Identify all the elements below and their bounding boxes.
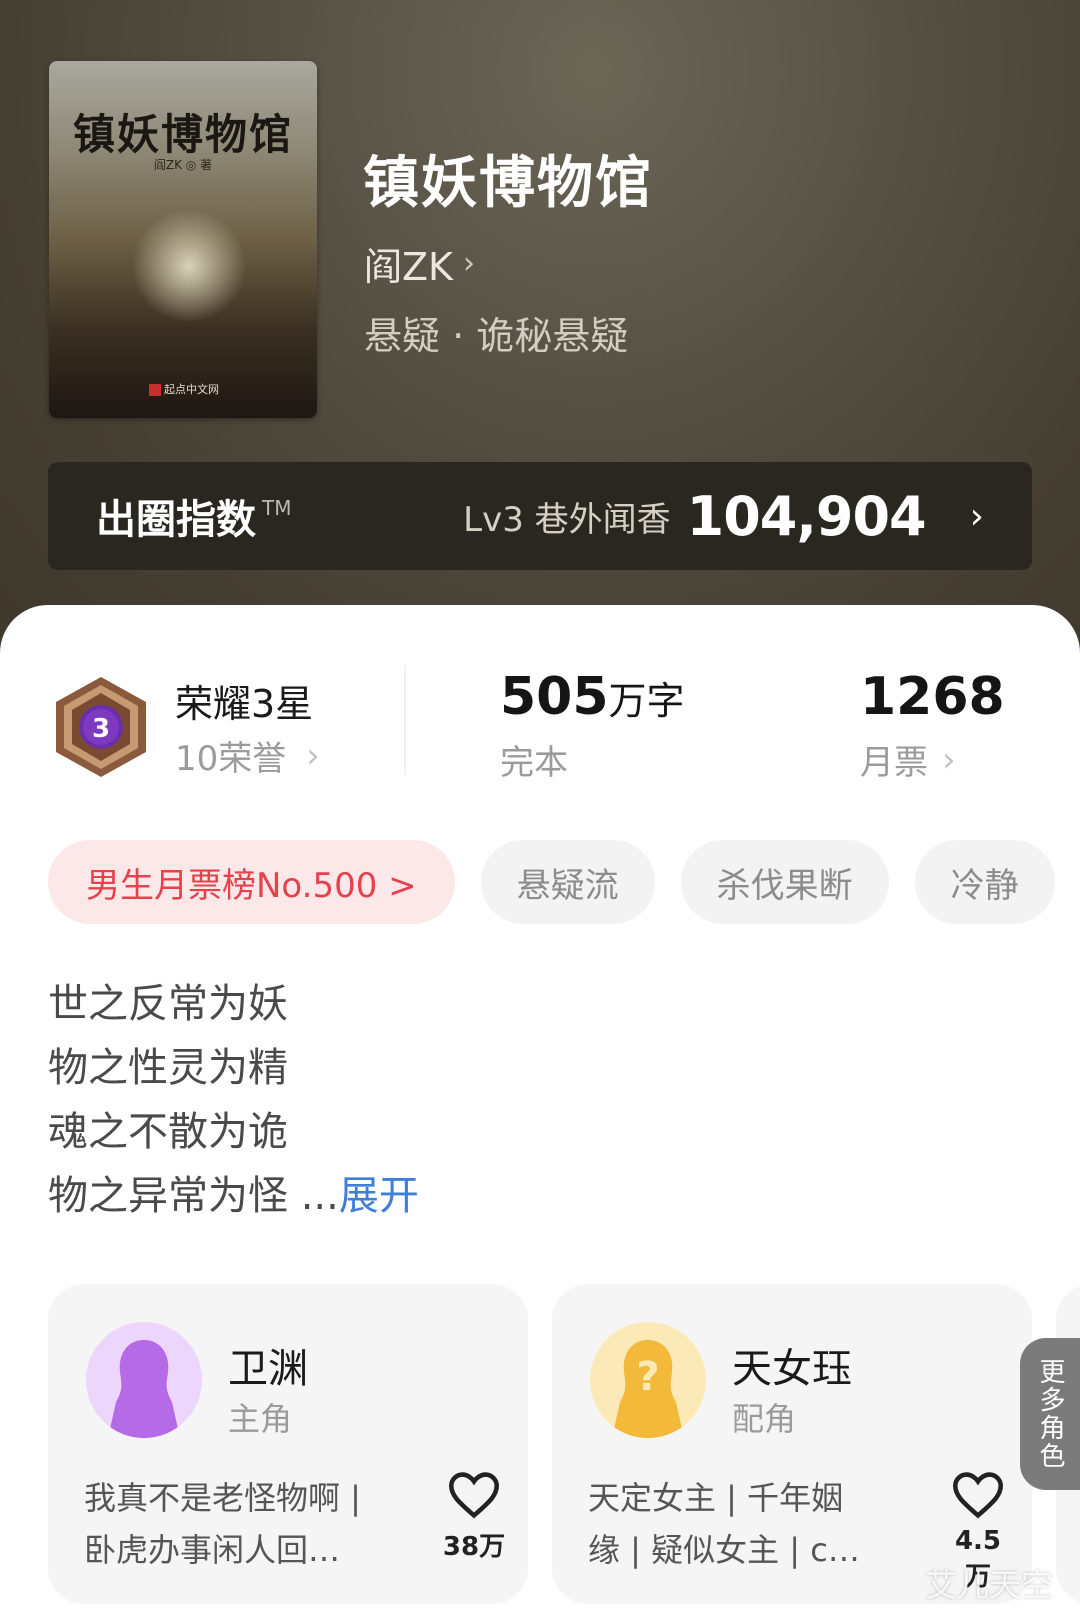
intro-line: 物之异常为怪 [48, 1173, 288, 1219]
publisher-name: 起点中文网 [164, 383, 219, 396]
character-role: 主角 [228, 1400, 293, 1438]
character-name: 天女珏 [732, 1346, 852, 1392]
svg-text:?: ? [636, 1354, 659, 1400]
heart-icon [952, 1472, 1004, 1519]
tag-item[interactable]: 杀伐果断 [680, 840, 889, 924]
monthly-ticket-label: 月票 [860, 743, 928, 783]
honor-title: 荣耀3星 [175, 682, 314, 726]
author-name: 阎ZK [364, 245, 453, 289]
cover-author: 阎ZK ◎ 著 [153, 158, 213, 172]
character-desc-line: 天定女主 | 千年姻 [588, 1479, 844, 1517]
honor-link[interactable]: 10荣誉 › [175, 731, 320, 780]
honor-badge-icon[interactable]: 3 [52, 675, 150, 779]
honor-count: 10荣誉 [175, 739, 287, 779]
tag-item[interactable]: 悬疑流 [480, 840, 655, 924]
word-count: 505万字 [500, 667, 685, 727]
monthly-ticket-link[interactable]: 月票 › [860, 735, 956, 784]
index-level: Lv3 巷外闻香 [463, 499, 671, 540]
chevron-right-icon: › [306, 735, 320, 776]
intro-ellipsis: ... [288, 1173, 339, 1219]
index-label: 出圈指数 [96, 497, 256, 543]
avatar [86, 1322, 202, 1438]
book-cover[interactable]: 镇妖博物馆 阎ZK ◎ 著 起点中文网 [49, 61, 317, 418]
chevron-right-icon: › [942, 739, 956, 780]
character-name: 卫渊 [228, 1346, 308, 1392]
character-card[interactable]: ? 天女珏 配角 天定女主 | 千年姻 缘 | 疑似女主 | c… 4.5万 [552, 1284, 1032, 1604]
completion-status: 完本 [500, 743, 568, 783]
unknown-figure-icon: ? [612, 1340, 684, 1438]
more-roles-button[interactable]: 更多角色 [1020, 1338, 1080, 1490]
character-card[interactable]: 卫渊 主角 我真不是老怪物啊 | 卧虎办事闲人回… 38万 [48, 1284, 528, 1604]
trademark-mark: TM [262, 496, 292, 520]
index-score: 104,904 [686, 484, 927, 548]
character-role: 配角 [732, 1400, 797, 1438]
cover-publisher: 起点中文网 [149, 381, 219, 397]
word-count-unit: 万字 [608, 679, 685, 723]
popularity-index-bar[interactable]: 出圈指数 TM Lv3 巷外闻香 104,904 › [48, 462, 1032, 570]
intro-line: 世之反常为妖 [48, 981, 288, 1027]
book-genre: 悬疑 · 诡秘悬疑 [364, 314, 629, 358]
intro-line: 物之性灵为精 [48, 1045, 288, 1091]
word-count-value: 505 [500, 667, 609, 727]
author-link[interactable]: 阎ZK › [364, 236, 475, 291]
hooded-figure-icon [108, 1340, 180, 1438]
character-desc-line: 卧虎办事闲人回… [84, 1531, 341, 1569]
watermark: 艾儿天空 [925, 1566, 1054, 1604]
rank-tag[interactable]: 男生月票榜No.500 > [48, 840, 455, 924]
monthly-ticket-count: 1268 [860, 667, 1005, 727]
book-intro[interactable]: 世之反常为妖 物之性灵为精 魂之不散为诡 物之异常为怪 ...展开 [48, 972, 419, 1228]
tag-row: 男生月票榜No.500 > 悬疑流 杀伐果断 冷静 [48, 840, 1055, 924]
book-title: 镇妖博物馆 [363, 150, 653, 216]
tag-item[interactable]: 冷静 [914, 840, 1055, 924]
chevron-right-icon: › [462, 246, 475, 281]
like-button[interactable]: 38万 [438, 1470, 510, 1563]
cover-title: 镇妖博物馆 [72, 110, 293, 159]
intro-last-line: 物之异常为怪 ...展开 [48, 1164, 419, 1228]
like-count: 38万 [442, 1532, 506, 1562]
character-desc: 我真不是老怪物啊 | 卧虎办事闲人回… [84, 1472, 394, 1576]
character-desc-line: 缘 | 疑似女主 | c… [588, 1531, 860, 1569]
intro-line: 魂之不散为诡 [48, 1109, 288, 1155]
character-desc: 天定女主 | 千年姻 缘 | 疑似女主 | c… [588, 1472, 898, 1576]
cover-art [129, 211, 249, 321]
chevron-right-icon: › [969, 495, 984, 537]
publisher-logo-icon [149, 384, 161, 396]
stats-row: 3 荣耀3星 10荣誉 › 505万字 完本 1268 月票 › [0, 655, 1080, 785]
avatar: ? [590, 1322, 706, 1438]
badge-level: 3 [92, 714, 110, 744]
expand-link[interactable]: 展开 [339, 1173, 419, 1219]
character-desc-line: 我真不是老怪物啊 | [84, 1479, 361, 1517]
index-value-group: Lv3 巷外闻香 104,904 › [463, 485, 984, 548]
divider [404, 665, 406, 775]
heart-icon [448, 1472, 500, 1519]
